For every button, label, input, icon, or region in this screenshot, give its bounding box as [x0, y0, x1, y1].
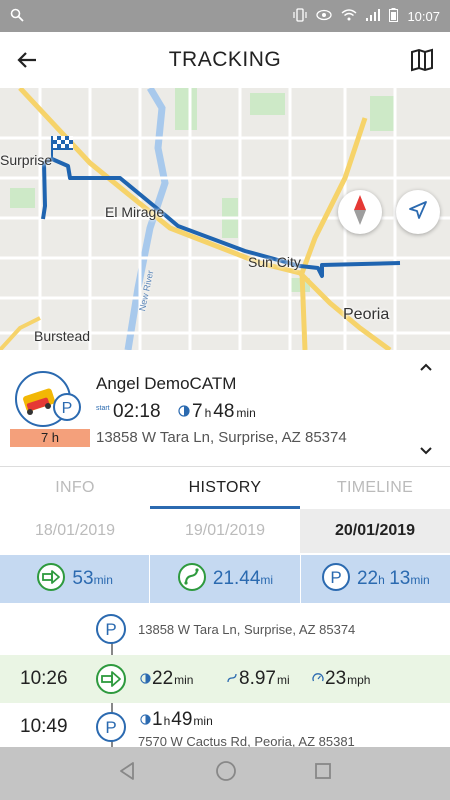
stop-min-unit: min [193, 714, 213, 728]
tab-info[interactable]: INFO [0, 467, 150, 509]
drive-arrow-icon [95, 663, 127, 700]
stop-minutes: 49 [171, 709, 193, 730]
stop-h-unit: h [163, 714, 171, 728]
day-summary: 53min 21.44mi P 22h 13min [0, 555, 450, 603]
vehicle-address: 13858 W Tara Ln, Surprise, AZ 85374 [96, 429, 347, 446]
road-curve-icon [177, 562, 207, 597]
map-label-stead: Burstead [34, 328, 91, 344]
chevron-up-icon[interactable] [418, 360, 434, 376]
summary-parked-time: P 22h 13min [301, 555, 450, 603]
map-label-peoria: Peoria [343, 306, 390, 323]
list-item[interactable]: P 13858 W Tara Ln, Surprise, AZ 85374 [0, 603, 450, 655]
trip-time: 10:26 [20, 668, 68, 689]
svg-text:P: P [62, 400, 73, 417]
stop-duration: 1h 49 min [140, 709, 213, 731]
history-timeline: P 13858 W Tara Ln, Surprise, AZ 85374 10… [0, 603, 450, 749]
chevron-down-icon[interactable] [418, 442, 434, 458]
duration-hours: 7 [192, 401, 203, 422]
parked-h-unit: h [378, 573, 385, 587]
speedometer-icon [312, 671, 324, 689]
app-bar: TRACKING [0, 32, 450, 88]
home-circle-icon[interactable] [215, 760, 237, 787]
tab-bar: INFO HISTORY TIMELINE [0, 467, 450, 509]
trip-distance: 8.97 mi [226, 668, 290, 690]
search-icon [10, 8, 24, 24]
drive-unit: min [93, 573, 113, 587]
date-selector: 18/01/2019 19/01/2019 20/01/2019 [0, 509, 450, 553]
recents-square-icon[interactable] [314, 762, 332, 785]
parking-icon: P [95, 711, 127, 748]
road-curve-icon [226, 671, 238, 689]
signal-icon [366, 8, 381, 24]
svg-text:P: P [330, 568, 341, 587]
map-label-sun-city: Sun City [248, 254, 301, 270]
date-option[interactable]: 19/01/2019 [150, 509, 300, 553]
system-nav-bar [0, 747, 450, 800]
wifi-icon [341, 8, 357, 24]
trip-distance-value: 8.97 [239, 668, 276, 689]
date-option-selected[interactable]: 20/01/2019 [300, 509, 450, 553]
duration-h-unit: h [204, 406, 212, 420]
tab-timeline[interactable]: TIMELINE [300, 467, 450, 509]
navigation-arrow-icon [408, 200, 428, 225]
drive-arrow-icon [36, 562, 66, 597]
finish-flag-icon [51, 136, 73, 158]
start-time: 02:18 [113, 401, 161, 422]
parked-min-unit: min [410, 573, 430, 587]
duration-minutes: 48 [213, 401, 235, 422]
back-triangle-icon[interactable] [118, 761, 138, 786]
trip-distance-unit: mi [276, 673, 290, 687]
stop-address: 13858 W Tara Ln, Surprise, AZ 85374 [138, 622, 356, 637]
parked-duration: 7h 48 min [178, 401, 256, 423]
map-label-el-mirage: El Mirage [105, 204, 165, 220]
back-arrow-icon[interactable] [14, 46, 42, 74]
tab-history[interactable]: HISTORY [150, 467, 300, 509]
list-item[interactable]: 10:49 P 1h 49 min 7570 W Cactus Rd, Peori… [0, 703, 450, 749]
map-label-surprise: Surprise [0, 152, 53, 168]
compass-button[interactable] [338, 190, 382, 234]
trip-speed: 23 mph [312, 668, 370, 690]
page-title: TRACKING [168, 48, 282, 71]
parking-icon: P [321, 562, 351, 597]
vibrate-icon [293, 7, 308, 25]
my-location-button[interactable] [396, 190, 440, 234]
vehicle-card[interactable]: P 7 h Angel DemoCATM start 02:18 7h 48 mi… [0, 350, 450, 467]
start-label: start [96, 405, 110, 412]
parking-icon: P [95, 613, 127, 650]
trip-duration-value: 22 [152, 668, 174, 689]
distance-unit: mi [260, 573, 274, 587]
moon-clock-icon [140, 712, 151, 730]
summary-distance: 21.44mi [150, 555, 301, 603]
hours-badge: 7 h [10, 429, 90, 447]
clock-time: 10:07 [407, 8, 440, 24]
stop-hours: 1 [152, 709, 163, 730]
moon-clock-icon [178, 404, 190, 422]
stop-time: 10:49 [20, 716, 68, 737]
trip-speed-unit: mph [347, 673, 371, 687]
route-map[interactable]: Surprise El Mirage Sun City Peoria Burst… [0, 88, 450, 350]
trip-duration-unit: min [174, 673, 194, 687]
vehicle-avatar: P [15, 370, 85, 430]
moon-clock-icon [140, 671, 151, 689]
list-item[interactable]: 10:26 22 min 8.97 mi 23 mph [0, 655, 450, 703]
battery-icon [389, 7, 399, 25]
vehicle-name: Angel DemoCATM [96, 374, 237, 393]
trip-speed-value: 23 [325, 668, 347, 689]
drive-value: 53 [72, 568, 94, 589]
svg-text:P: P [105, 718, 116, 737]
parked-hours: 22 [356, 568, 379, 589]
summary-drive-time: 53min [0, 555, 151, 603]
trip-duration: 22 min [140, 668, 193, 690]
status-bar: 10:07 [0, 0, 450, 32]
date-option[interactable]: 18/01/2019 [0, 509, 150, 553]
map-icon[interactable] [408, 46, 436, 74]
duration-min-unit: min [236, 406, 256, 420]
distance-value: 21.44 [212, 568, 261, 589]
compass-icon [352, 194, 368, 230]
parked-minutes: 13 [389, 568, 411, 589]
svg-text:P: P [105, 620, 116, 639]
eye-comfort-icon [316, 9, 333, 24]
